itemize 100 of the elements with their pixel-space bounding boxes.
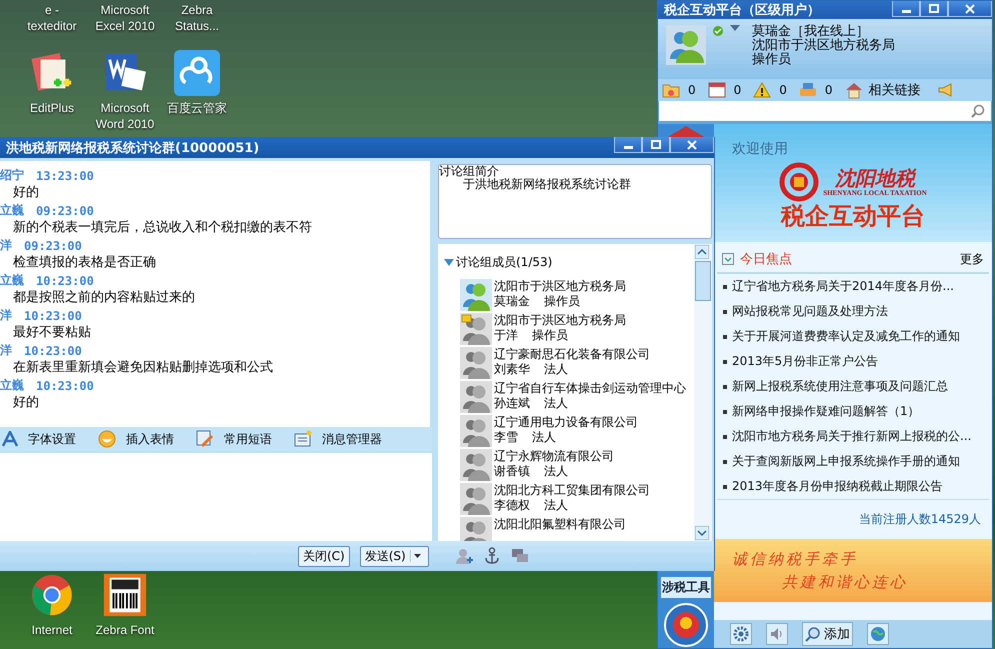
logo-text: 沈阳地税 [834,167,915,189]
desktop-icon-label[interactable]: Microsoft Word 2010 [92,100,158,132]
message-time: 10:23:00 [24,344,82,358]
welcome-text: 欢迎使用 [732,140,788,158]
font-icon [2,431,18,447]
news-link[interactable]: 关于查阅新版网上申报系统操作手册的通知 [732,453,960,470]
message-time: 10:23:00 [36,274,94,288]
status-dot[interactable] [712,25,724,37]
member-name-role: 李德权 法人 [494,498,569,513]
member-name-role: 李雪 法人 [494,430,557,445]
news-link[interactable]: 2013年5月份非正常户公告 [732,353,878,370]
close-chat-button[interactable]: 关闭(C) [298,546,350,566]
search-icon[interactable] [971,104,985,118]
desktop-icon-label[interactable]: 百度云管家 [167,100,227,116]
send-button[interactable]: 发送(S) [360,546,429,566]
close-button[interactable] [948,1,992,17]
globe-button[interactable] [867,623,889,645]
member-name-role: 孙连斌 法人 [494,396,569,411]
bullet-icon [723,284,727,288]
related-links-link[interactable]: 相关链接 [868,81,921,99]
message-sender: 洋 [0,342,12,359]
offline-avatar[interactable] [460,347,492,379]
scrollbar-thumb[interactable] [695,261,711,301]
message-sender: 立巍 [0,202,24,219]
offline-avatar[interactable] [460,415,492,447]
toolbar-button[interactable]: 插入表情 [98,430,174,448]
dropdown-caret-icon[interactable] [730,25,740,31]
toolbar-button[interactable]: 字体设置 [2,430,76,448]
toolbar-button[interactable]: 消息管理器 [294,430,382,448]
scroll-down-icon[interactable] [695,526,709,540]
offline-avatar[interactable] [460,381,492,413]
online-avatar[interactable] [460,279,492,311]
scroll-up-icon[interactable] [695,245,709,259]
offline-avatar[interactable] [460,313,492,345]
desktop-icon-label[interactable]: Zebra Status... [164,2,230,34]
message-input[interactable] [0,453,432,541]
news-link[interactable]: 新网上报税系统使用注意事项及问题汇总 [732,378,948,395]
folder-icon[interactable] [662,82,680,98]
counter-value: 0 [734,83,742,97]
search-field[interactable] [659,101,991,121]
news-link[interactable]: 网站报税常见问题及处理方法 [732,303,888,320]
desktop-icon-label[interactable]: EditPlus [30,100,74,116]
desktop-icon-label[interactable]: Microsoft Excel 2010 [92,2,158,34]
news-heading: 今日焦点 [740,251,792,268]
member-organization: 沈阳市于洪区地方税务局 [494,313,626,328]
barcode-font-icon[interactable] [102,572,148,618]
registered-count: 当前注册人数14529人 [858,511,981,528]
house-icon[interactable] [844,81,863,99]
window-title: 税企互动平台（区级用户） [662,2,820,19]
add-button[interactable]: 添加 [802,622,853,646]
add-member-icon[interactable] [454,547,473,565]
scrollbar[interactable] [694,244,712,541]
bullet-icon [723,310,727,314]
news-link[interactable]: 关于开展河道费费率认定及减免工作的通知 [732,328,960,345]
message-sender: 洋 [0,307,12,324]
user-organization: 沈阳市于洪区地方税务局 [752,39,895,53]
toolbar-button[interactable]: 常用短语 [196,430,272,448]
news-link[interactable]: 新网络申报操作疑难问题解答（1） [732,403,920,420]
message-time: 13:23:00 [36,168,94,182]
maximize-button[interactable] [642,137,670,153]
offline-avatar[interactable] [460,449,492,481]
counter-value: 0 [688,83,696,97]
message-sender: 绍宁 [0,167,24,184]
more-link[interactable]: 更多 [960,250,984,268]
calendar-icon[interactable] [708,82,726,98]
bullet-icon [723,410,727,414]
printer-icon[interactable] [798,82,817,98]
anchor-icon[interactable] [482,547,501,565]
settings-button[interactable] [730,623,752,645]
chat-bubbles-icon[interactable] [510,547,529,565]
member-organization: 沈阳北阳氟塑料有限公司 [494,517,626,532]
member-name-role: 刘素华 法人 [494,362,569,377]
offline-avatar[interactable] [460,483,492,515]
bullet-icon [723,460,727,464]
minimize-button[interactable] [614,137,642,153]
emblem-icon[interactable] [663,602,709,648]
message-text: 好的 [12,184,40,202]
sound-button[interactable] [766,623,788,645]
news-link[interactable]: 2013年度各月份申报纳税截止期限公告 [732,478,943,495]
news-link[interactable]: 辽宁省地方税务局关于2014年度各月份... [732,278,954,295]
tax-tools-tab[interactable]: 涉税工具 [661,577,711,598]
counter-value: 0 [824,83,833,97]
maximize-button[interactable] [920,1,948,17]
desktop-icon-label[interactable]: e - texteditor [19,2,85,34]
close-button[interactable] [670,137,714,153]
cloud-icon[interactable] [174,50,220,96]
window-title: 洪地税新网络报税系统讨论群(10000051) [5,140,260,156]
close-icon [965,4,975,14]
collapse-icon[interactable] [722,253,734,265]
offline-avatar[interactable] [460,517,492,541]
message-list-icon [294,430,312,448]
desktop-icon-label[interactable]: Zebra Font [96,622,154,638]
warning-icon[interactable] [753,82,772,98]
minimize-button[interactable] [892,1,920,17]
news-link[interactable]: 沈阳市地方税务局关于推行新网上报税的公... [732,428,972,445]
members-group-header[interactable]: 讨论组成员(1/53) [438,244,694,279]
browser-icon[interactable] [29,572,75,618]
desktop-icon-label[interactable]: Internet [32,622,72,638]
expand-caret-icon [444,258,454,266]
user-avatar[interactable] [666,25,706,65]
